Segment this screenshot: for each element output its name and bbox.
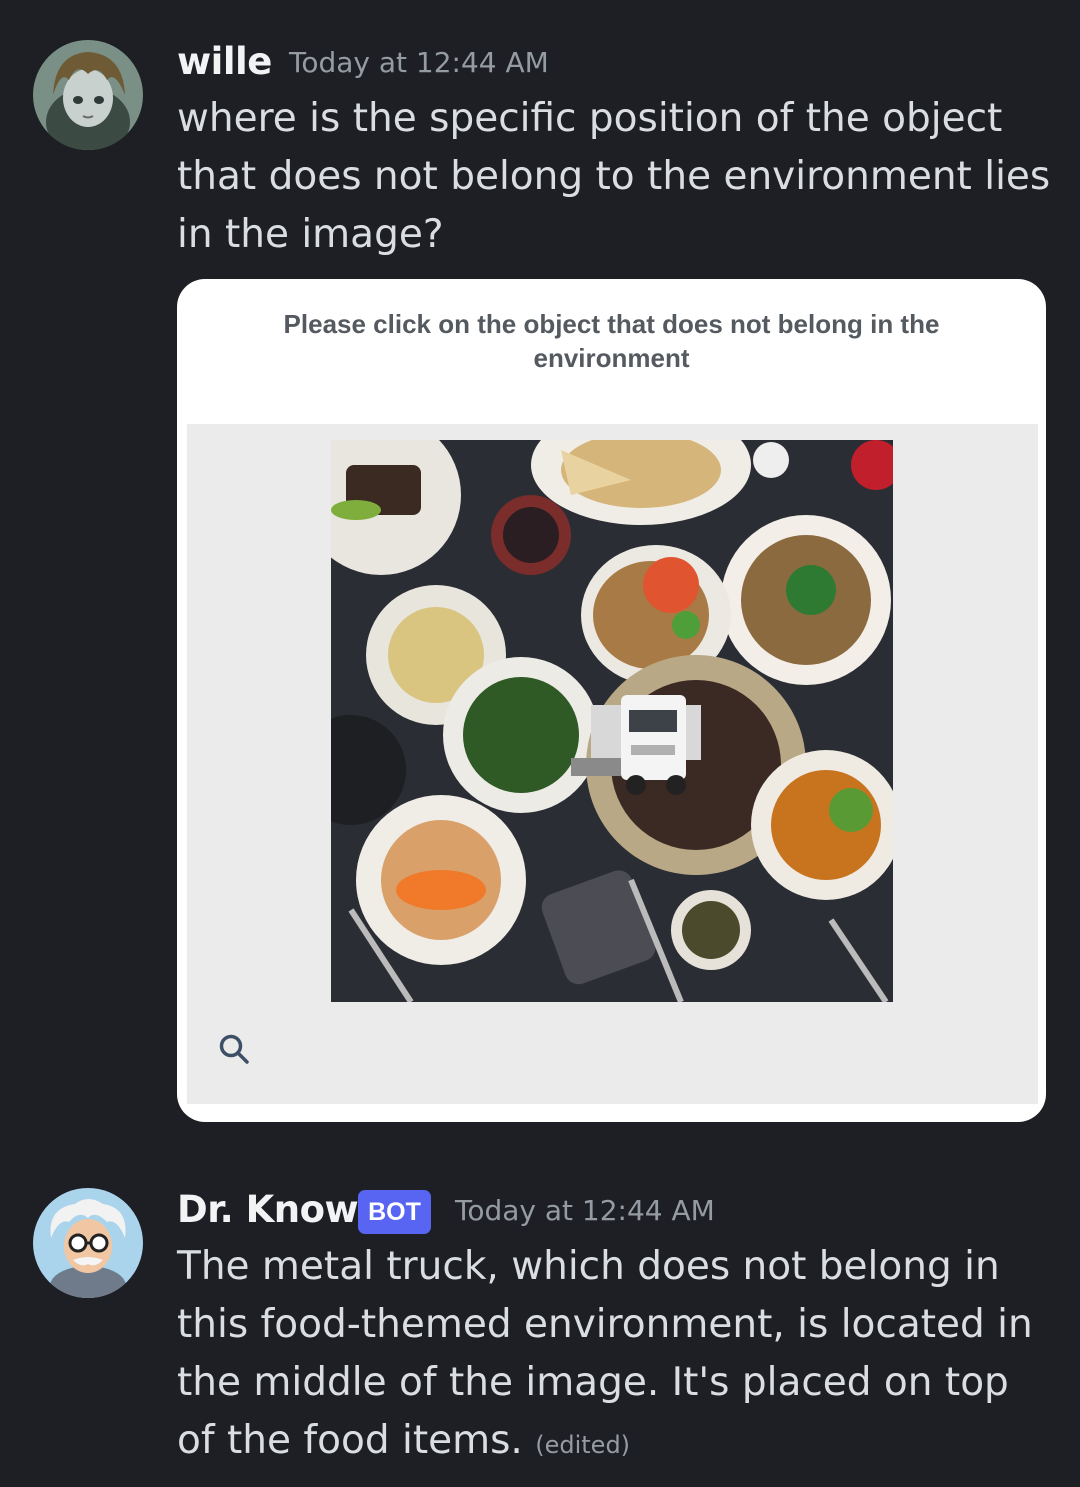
user-avatar[interactable] <box>33 40 143 150</box>
message-text-container: The metal truck, which does not belong i… <box>177 1238 1057 1474</box>
timestamp: Today at 12:44 AM <box>455 1194 715 1227</box>
bot-badge: BOT <box>358 1190 431 1234</box>
captcha-panel <box>187 424 1038 1104</box>
timestamp: Today at 12:44 AM <box>289 46 549 79</box>
anime-character-avatar-image <box>33 40 143 150</box>
username[interactable]: wille <box>177 40 272 83</box>
search-icon[interactable] <box>217 1032 251 1066</box>
username[interactable]: Dr. Know <box>177 1188 359 1231</box>
food-table-with-truck-photo <box>331 440 893 1002</box>
message-text: where is the specific position of the ob… <box>177 96 1051 257</box>
bot-avatar[interactable] <box>33 1188 143 1298</box>
captcha-attachment[interactable]: Please click on the object that does not… <box>177 279 1046 1122</box>
scientist-avatar-image <box>33 1188 143 1298</box>
captcha-title: Please click on the object that does not… <box>283 309 940 373</box>
captcha-image[interactable] <box>331 440 893 1002</box>
edited-label: (edited) <box>535 1431 631 1459</box>
